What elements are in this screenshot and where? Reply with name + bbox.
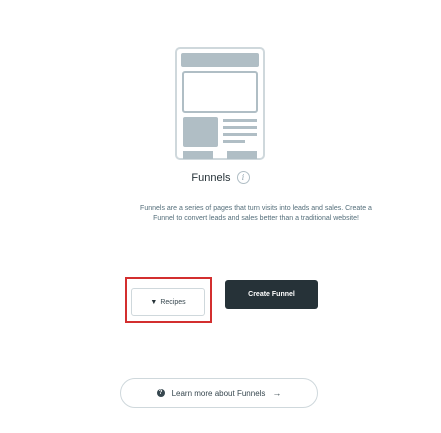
recipes-button-label: Recipes (160, 298, 186, 306)
action-buttons: ▼ Recipes Create Funnel (125, 277, 325, 347)
filter-icon: ▼ (150, 298, 158, 306)
help-icon: ? (156, 389, 165, 397)
info-icon[interactable]: i (236, 171, 250, 184)
learn-more-label: Learn more about Funnels (171, 388, 266, 398)
funnels-description: Funnels are a series of pages that turn … (140, 205, 372, 222)
learn-more-button[interactable]: ? Learn more about Funnels → (120, 378, 318, 408)
arrow-right-icon: → (272, 388, 282, 398)
create-funnel-button[interactable]: Create Funnel (225, 280, 318, 309)
funnel-page-illustration-icon (175, 47, 265, 160)
page-title: Funnels (191, 171, 231, 184)
title-row: Funnels i (0, 171, 441, 184)
recipes-button[interactable]: ▼ Recipes (131, 288, 205, 316)
